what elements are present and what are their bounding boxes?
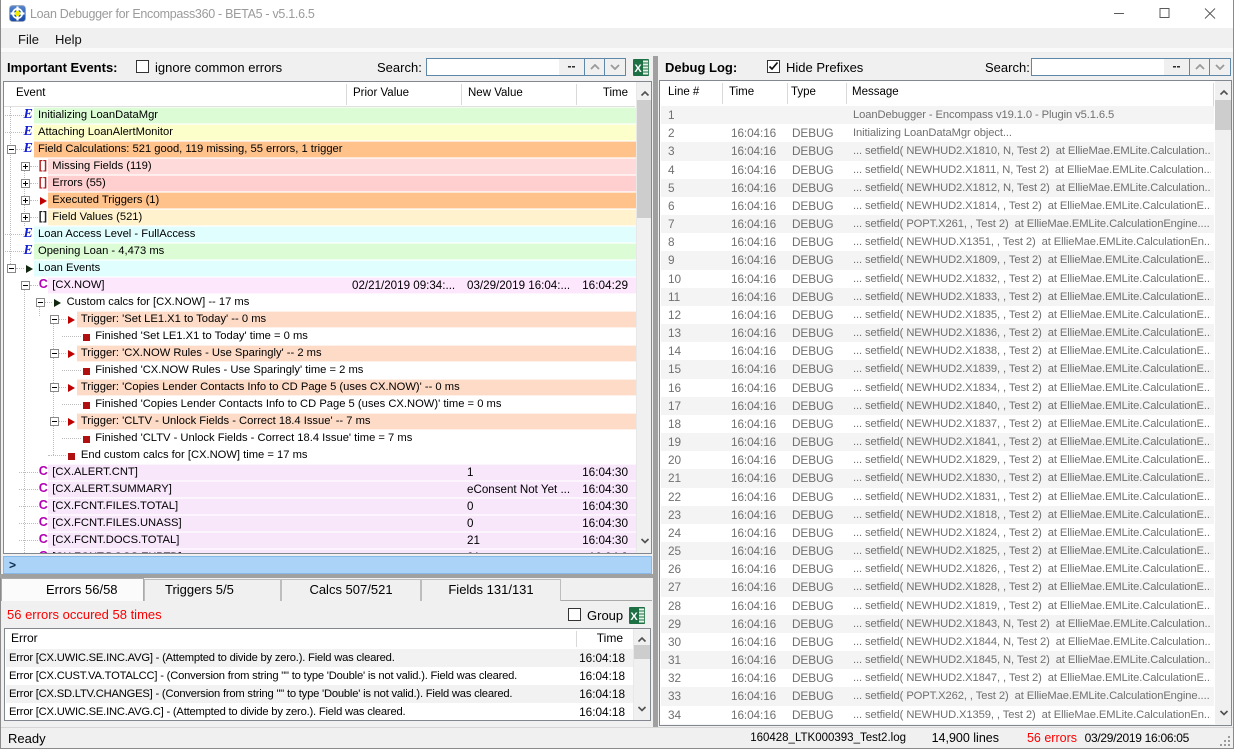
svg-text:X: X [634,63,642,75]
svg-text:X: X [630,611,638,623]
